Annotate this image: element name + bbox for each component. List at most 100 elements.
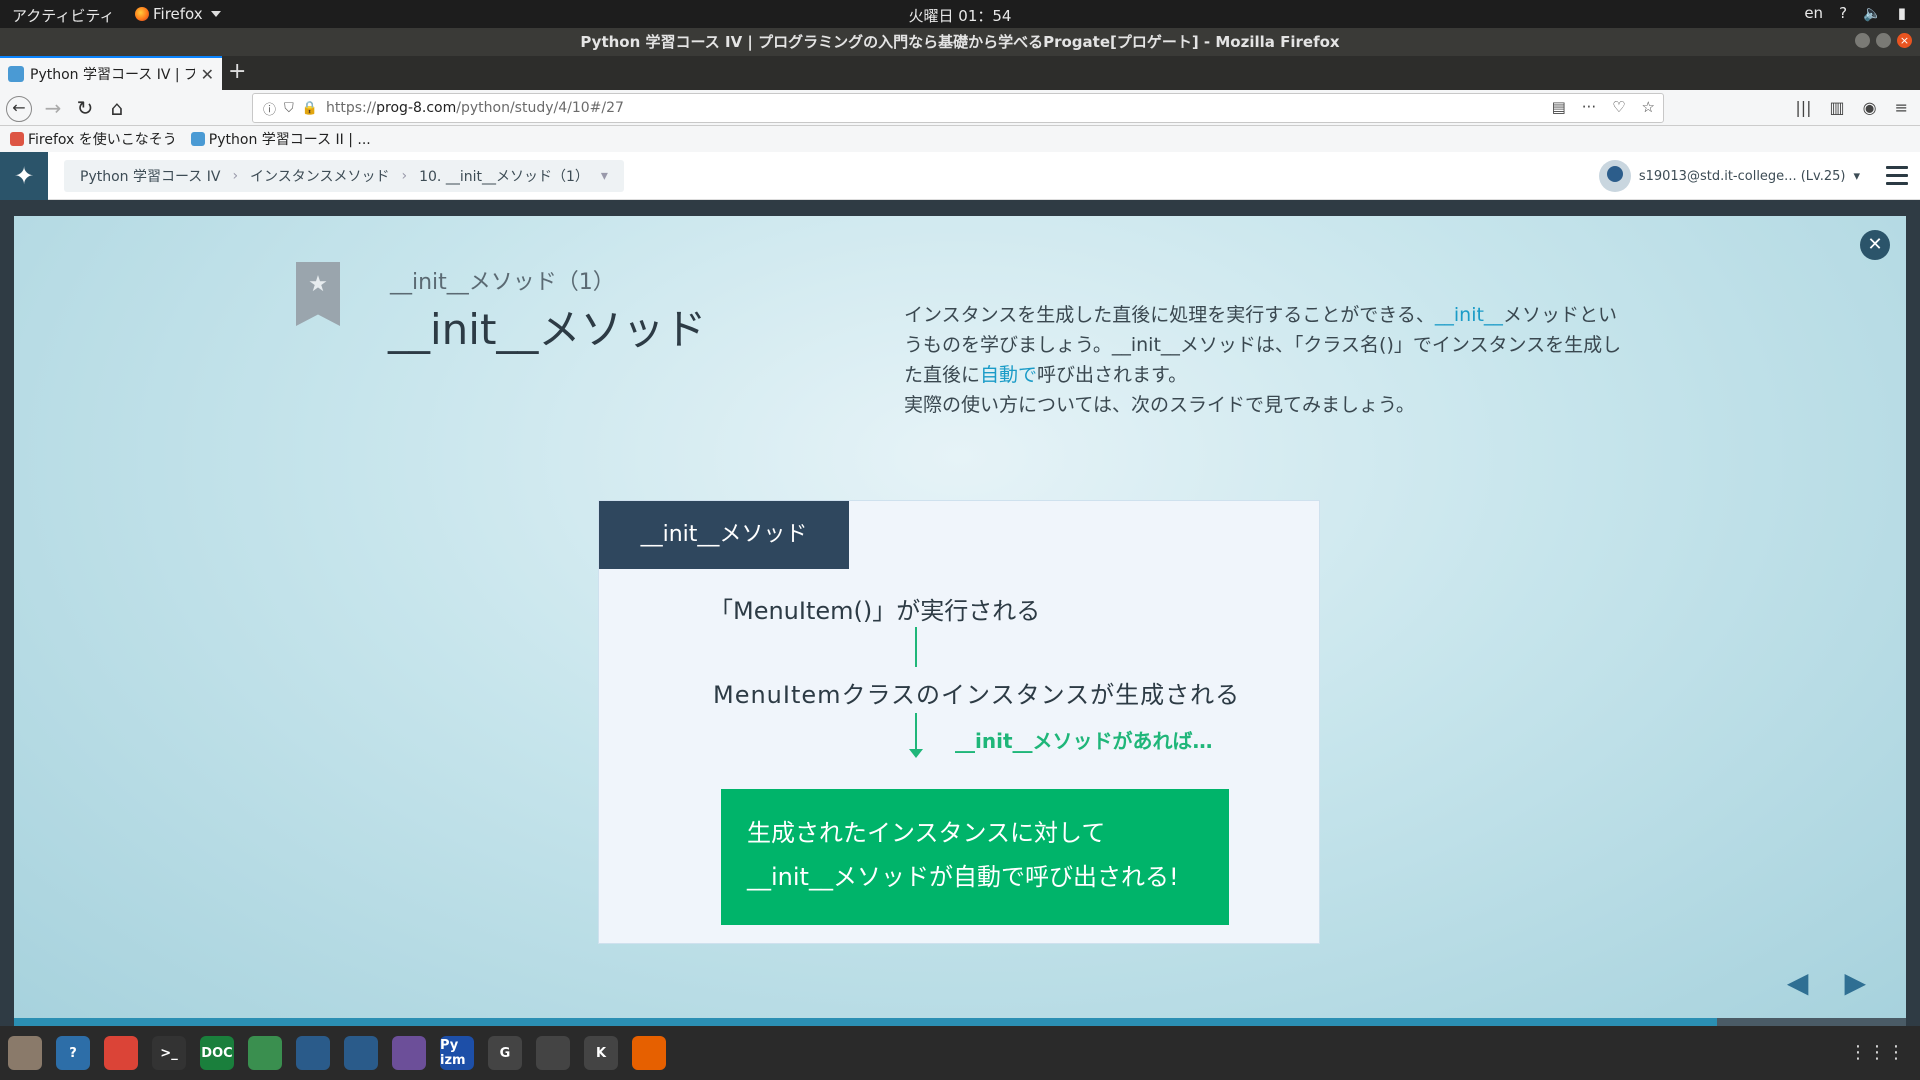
maximize-button[interactable] bbox=[1876, 33, 1891, 48]
result-line-2: __init__メソッドが自動で呼び出される! bbox=[747, 863, 1179, 891]
progate-header: ✦ Python 学習コース IV › インスタンスメソッド › 10. __i… bbox=[0, 152, 1920, 200]
chevron-right-icon: › bbox=[401, 168, 408, 184]
bookmark-label: Firefox を使いこなそう bbox=[28, 132, 177, 148]
bookmarks-toolbar: Firefox を使いこなそう Python 学習コース II | ... bbox=[0, 126, 1920, 152]
connector-line bbox=[915, 627, 917, 667]
breadcrumb-section[interactable]: インスタンスメソッド bbox=[250, 166, 389, 186]
firefox-icon bbox=[10, 132, 24, 146]
system-tray[interactable]: en ? 🔈 ▮ bbox=[1804, 4, 1906, 22]
app-menu-label: Firefox bbox=[153, 5, 203, 23]
tab-title: Python 学習コース IV | プ bbox=[30, 67, 195, 83]
desc-highlight: __init__ bbox=[1434, 304, 1503, 326]
result-line-1: 生成されたインスタンスに対して bbox=[747, 819, 1106, 847]
back-button[interactable]: ← bbox=[6, 96, 32, 122]
bookmark-item[interactable]: Python 学習コース II | ... bbox=[190, 129, 371, 149]
bookmark-ribbon-icon[interactable]: ★ bbox=[296, 262, 340, 326]
url-path: /python/study/4/10#/27 bbox=[456, 100, 624, 116]
bookmark-item[interactable]: Firefox を使いこなそう bbox=[10, 129, 177, 149]
desc-text: 実際の使い方については、次のスライドで見てみましょう。 bbox=[904, 394, 1415, 416]
slide-stage: ✕ ★ __init__メソッド（1） __init__メソッド インスタンスを… bbox=[0, 200, 1920, 1026]
progate-logo-icon[interactable]: ✦ bbox=[0, 152, 48, 200]
clock[interactable]: 火曜日 01：54 bbox=[0, 5, 1920, 26]
typora-icon[interactable] bbox=[536, 1036, 570, 1070]
diagram-step-1: 「MenuItem()」が実行される bbox=[709, 597, 1041, 625]
chevron-down-icon: ▾ bbox=[1853, 168, 1860, 184]
activities-button[interactable]: アクティビティ bbox=[12, 5, 114, 26]
desc-text: インスタンスを生成した直後に処理を実行することができる、 bbox=[904, 304, 1435, 326]
bookmark-star-icon[interactable]: ☆ bbox=[1642, 98, 1655, 116]
volume-icon[interactable]: 🔈 bbox=[1863, 4, 1882, 22]
home-button[interactable]: ⌂ bbox=[104, 96, 130, 122]
chrome-icon[interactable] bbox=[104, 1036, 138, 1070]
tab-close-icon[interactable]: ✕ bbox=[201, 65, 214, 84]
slide-description: インスタンスを生成した直後に処理を実行することができる、__init__メソッド… bbox=[904, 300, 1624, 420]
slide-title: __init__メソッド bbox=[388, 305, 707, 354]
breadcrumb-course[interactable]: Python 学習コース IV bbox=[80, 166, 220, 186]
library-icon[interactable]: ||| bbox=[1795, 98, 1811, 117]
progate-favicon-icon bbox=[8, 66, 24, 82]
account-icon[interactable]: ◉ bbox=[1863, 98, 1877, 117]
dock: ? >_ DOC Py izm G K bbox=[0, 1026, 1920, 1080]
close-icon[interactable]: ✕ bbox=[1860, 230, 1890, 260]
hamburger-menu-icon[interactable] bbox=[1886, 166, 1908, 190]
window-close-button[interactable]: × bbox=[1897, 33, 1912, 48]
bookmark-label: Python 学習コース II | ... bbox=[208, 132, 371, 148]
navigation-toolbar: ← → ↻ ⌂ ⓘ ⛉ 🔒 https:// prog-8.com /pytho… bbox=[0, 90, 1920, 126]
diagram-condition: __init__メソッドがあれば… bbox=[955, 729, 1213, 753]
firefox-icon bbox=[135, 7, 149, 21]
eclipse-icon[interactable] bbox=[296, 1036, 330, 1070]
breadcrumb-lesson[interactable]: 10. __init__メソッド（1） bbox=[419, 166, 589, 186]
url-prefix: https:// bbox=[325, 100, 377, 116]
slide-subtitle: __init__メソッド（1） bbox=[390, 270, 615, 295]
diagram-header: __init__メソッド bbox=[599, 501, 849, 569]
desc-highlight: 自動で bbox=[980, 364, 1038, 386]
new-tab-button[interactable]: + bbox=[228, 59, 246, 84]
flow-diagram: __init__メソッド 「MenuItem()」が実行される MenuItem… bbox=[598, 500, 1320, 944]
reload-button[interactable]: ↻ bbox=[72, 96, 98, 122]
url-host: prog-8.com bbox=[376, 100, 457, 116]
app-grid-icon[interactable]: ⋮⋮⋮ bbox=[1849, 1042, 1906, 1063]
language-indicator[interactable]: en bbox=[1804, 4, 1823, 22]
slide-progress-fill bbox=[14, 1018, 1717, 1026]
battery-icon[interactable]: ▮ bbox=[1898, 4, 1906, 22]
user-menu[interactable]: s19013@std.it-college... (Lv.25) ▾ bbox=[1598, 160, 1860, 192]
user-name: s19013@std.it-college... (Lv.25) bbox=[1638, 168, 1846, 184]
eclipse2-icon[interactable] bbox=[344, 1036, 378, 1070]
help-icon[interactable]: ? bbox=[1839, 4, 1847, 22]
page-actions-icon[interactable]: ··· bbox=[1582, 98, 1596, 116]
slide-navigation: ◀ ▶ bbox=[1787, 966, 1866, 999]
next-slide-icon[interactable]: ▶ bbox=[1844, 966, 1866, 999]
url-bar[interactable]: ⓘ ⛉ 🔒 https:// prog-8.com /python/study/… bbox=[252, 93, 1664, 123]
info-icon[interactable]: ⓘ bbox=[263, 99, 276, 118]
window-controls: × bbox=[1855, 33, 1912, 48]
app-menu[interactable]: Firefox bbox=[135, 5, 221, 23]
reader-view-icon[interactable]: ▤ bbox=[1552, 98, 1566, 116]
minimize-button[interactable] bbox=[1855, 33, 1870, 48]
help-icon[interactable]: ? bbox=[56, 1036, 90, 1070]
avatar bbox=[1598, 160, 1631, 192]
prev-slide-icon[interactable]: ◀ bbox=[1787, 966, 1809, 999]
terminal-icon[interactable]: >_ bbox=[152, 1036, 186, 1070]
url-actions: ▤ ··· ♡ ☆ bbox=[1552, 98, 1655, 116]
browser-tab[interactable]: Python 学習コース IV | プ ✕ bbox=[0, 56, 222, 90]
system-top-bar: アクティビティ Firefox 火曜日 01：54 en ? 🔈 ▮ bbox=[0, 0, 1920, 28]
atom-icon[interactable] bbox=[248, 1036, 282, 1070]
files-icon[interactable] bbox=[8, 1036, 42, 1070]
lock-icon[interactable]: 🔒 bbox=[302, 101, 318, 116]
gimp-icon[interactable]: G bbox=[488, 1036, 522, 1070]
menu-icon[interactable]: ≡ bbox=[1895, 98, 1908, 117]
pyizm-icon[interactable]: Py izm bbox=[440, 1036, 474, 1070]
diagram-result: 生成されたインスタンスに対して __init__メソッドが自動で呼び出される! bbox=[721, 789, 1229, 925]
firefox-icon[interactable] bbox=[632, 1036, 666, 1070]
krita-icon[interactable]: K bbox=[584, 1036, 618, 1070]
diagram-step-2: MenuItemクラスのインスタンスが生成される bbox=[713, 681, 1241, 709]
text-editor-icon[interactable] bbox=[392, 1036, 426, 1070]
forward-button[interactable]: → bbox=[40, 96, 66, 122]
toolbar-right: ||| ▥ ◉ ≡ bbox=[1795, 98, 1908, 117]
doc-icon[interactable]: DOC bbox=[200, 1036, 234, 1070]
chevron-down-icon[interactable]: ▾ bbox=[601, 168, 608, 184]
tracking-shield-icon[interactable]: ⛉ bbox=[284, 101, 294, 116]
tab-strip: Python 学習コース IV | プ ✕ + bbox=[0, 56, 1920, 90]
sidebar-icon[interactable]: ▥ bbox=[1830, 98, 1845, 117]
pocket-icon[interactable]: ♡ bbox=[1612, 98, 1625, 116]
